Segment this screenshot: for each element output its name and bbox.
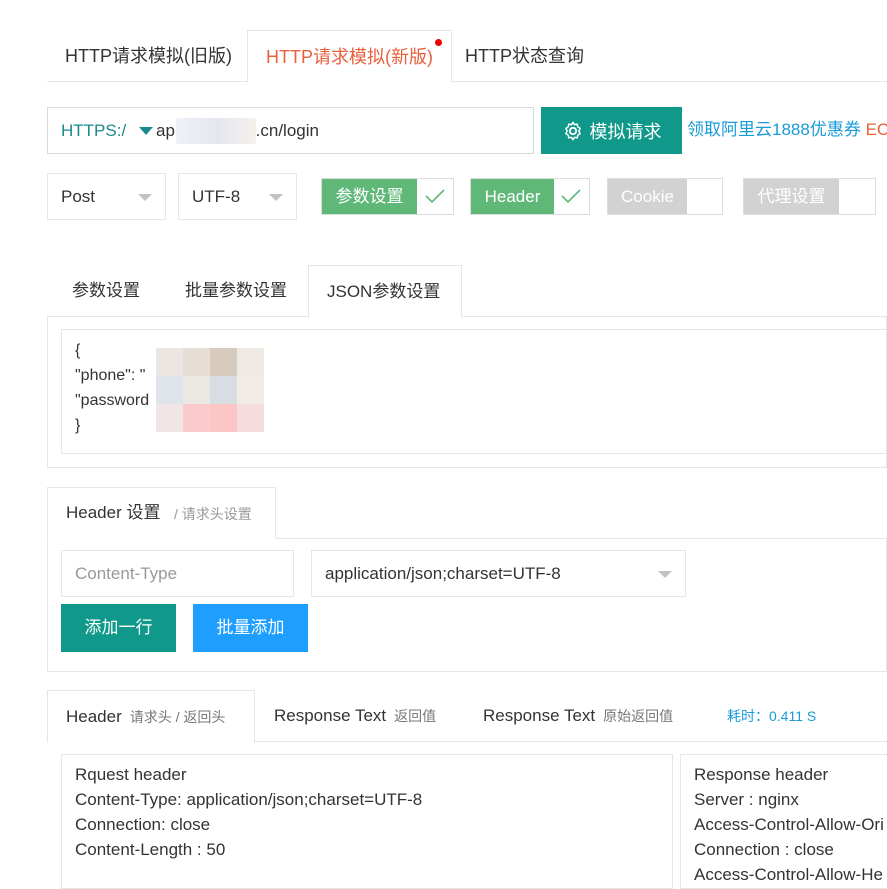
header-line: Response header xyxy=(694,765,829,784)
url-suffix: ..cn/login xyxy=(250,121,319,140)
tab-label: Header xyxy=(66,707,122,726)
chevron-down-icon xyxy=(269,194,283,201)
header-line: Access-Control-Allow-Ori xyxy=(694,815,884,834)
header-line: Content-Length : 50 xyxy=(75,840,226,859)
elapsed-time: 耗时：0.411 S xyxy=(727,708,817,724)
promo-text: 领取阿里云1888优惠券 xyxy=(687,120,861,139)
tab-label: Response Text xyxy=(483,706,596,725)
tab-response-header[interactable]: Header 请求头 / 返回头 xyxy=(47,690,255,743)
tab-http-new[interactable]: HTTP请求模拟(新版) xyxy=(247,30,452,83)
add-row-button[interactable]: 添加一行 xyxy=(61,604,176,652)
tab-response-raw[interactable]: Response Text 原始返回值 xyxy=(465,690,691,742)
tab-http-new-label: HTTP请求模拟(新版) xyxy=(266,47,433,67)
switch-proxy-label: 代理设置 xyxy=(744,179,839,214)
json-body-textarea[interactable]: { "phone": " "password } xyxy=(61,329,887,454)
tab-http-status[interactable]: HTTP状态查询 xyxy=(447,30,602,82)
header-value: application/json;charset=UTF-8 xyxy=(325,564,561,583)
top-tab-bar: HTTP请求模拟(旧版) HTTP请求模拟(新版) HTTP状态查询 xyxy=(47,30,887,83)
chevron-down-icon xyxy=(138,194,152,201)
tab-header-settings[interactable]: Header 设置 / 请求头设置 xyxy=(47,487,276,539)
header-line: Access-Control-Allow-He xyxy=(694,865,883,884)
switch-params[interactable]: 参数设置 xyxy=(321,178,454,215)
method-select[interactable]: Post xyxy=(47,173,166,220)
check-icon xyxy=(425,189,445,204)
param-tab-bar: 参数设置 批量参数设置 JSON参数设置 xyxy=(47,265,887,318)
check-icon xyxy=(561,189,581,204)
chevron-down-icon xyxy=(658,571,672,578)
switch-header[interactable]: Header xyxy=(470,178,590,215)
header-settings-title: Header 设置 xyxy=(66,503,161,522)
json-line: } xyxy=(75,417,81,434)
request-header-box: Rquest header Content-Type: application/… xyxy=(61,754,673,889)
switch-proxy[interactable]: 代理设置 xyxy=(743,178,876,215)
simulate-request-label: 模拟请求 xyxy=(589,121,662,142)
header-line: Content-Type: application/json;charset=U… xyxy=(75,790,423,809)
header-line: Connection: close xyxy=(75,815,211,834)
tab-sublabel: 返回值 xyxy=(394,708,437,724)
header-key-input[interactable]: Content-Type xyxy=(61,550,294,597)
json-line: "phone": " xyxy=(75,367,146,384)
url-prefix: ap xyxy=(156,121,175,140)
switch-header-label: Header xyxy=(471,179,554,214)
json-line: { xyxy=(75,342,81,359)
response-header-box: Response header Server : nginx Access-Co… xyxy=(680,754,887,889)
url-input[interactable]: HTTPS:/ ap ..cn/login xyxy=(47,107,534,154)
header-value-select[interactable]: application/json;charset=UTF-8 xyxy=(311,550,686,597)
protocol-caret-icon[interactable] xyxy=(139,127,153,135)
new-badge-dot xyxy=(434,39,442,46)
header-line: Connection : close xyxy=(694,840,834,859)
switch-params-label: 参数设置 xyxy=(322,179,417,214)
gear-icon xyxy=(564,121,581,140)
tab-sublabel: 原始返回值 xyxy=(603,708,674,724)
switch-cookie[interactable]: Cookie xyxy=(607,178,723,215)
header-line: Server : nginx xyxy=(694,790,799,809)
tab-response-text[interactable]: Response Text 返回值 xyxy=(256,690,454,742)
tab-label: Response Text xyxy=(274,706,387,725)
charset-select[interactable]: UTF-8 xyxy=(178,173,297,220)
switch-cookie-label: Cookie xyxy=(608,179,687,214)
method-value: Post xyxy=(61,187,96,206)
tab-sublabel: 请求头 / 返回头 xyxy=(129,709,226,725)
batch-add-button[interactable]: 批量添加 xyxy=(193,604,308,652)
simulate-request-button[interactable]: 模拟请求 xyxy=(541,107,682,154)
protocol-select[interactable]: HTTPS:/ xyxy=(61,108,126,153)
promo-link[interactable]: 领取阿里云1888优惠券 EC xyxy=(687,107,887,154)
tab-json-params[interactable]: JSON参数设置 xyxy=(308,265,462,318)
charset-value: UTF-8 xyxy=(192,187,241,206)
tab-params[interactable]: 参数设置 xyxy=(54,265,158,317)
tab-http-old[interactable]: HTTP请求模拟(旧版) xyxy=(47,30,250,82)
redacted-blur xyxy=(176,118,256,144)
header-key-placeholder: Content-Type xyxy=(75,564,178,583)
tab-batch-params[interactable]: 批量参数设置 xyxy=(167,265,305,317)
header-line: Rquest header xyxy=(75,765,187,784)
header-settings-subtitle: / 请求头设置 xyxy=(174,506,252,522)
json-line: "password xyxy=(75,392,150,409)
promo-tail: EC xyxy=(865,120,887,139)
redacted-mosaic xyxy=(156,348,264,432)
